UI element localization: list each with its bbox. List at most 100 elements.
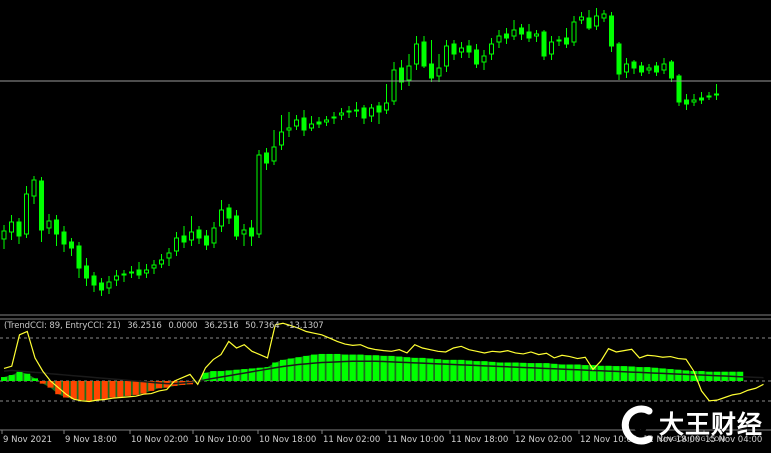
candle-body xyxy=(136,269,142,276)
histogram-bar xyxy=(334,353,341,381)
candle-body xyxy=(639,65,644,73)
candle-body xyxy=(54,219,59,235)
candle-body xyxy=(571,21,577,43)
candle-body xyxy=(174,237,179,252)
candle-body xyxy=(676,75,682,103)
time-tick-label: 11 Nov 18:00 xyxy=(451,435,508,445)
histogram-bar xyxy=(706,371,713,381)
candle-body xyxy=(429,63,434,79)
histogram-bar xyxy=(357,354,364,381)
candle-body xyxy=(534,33,539,37)
candle-body xyxy=(541,31,547,57)
histogram-bar xyxy=(78,381,85,401)
candle-body xyxy=(16,221,22,237)
histogram-bar xyxy=(566,364,573,381)
histogram-bar xyxy=(559,364,565,381)
candle-body xyxy=(669,61,674,79)
candle-body xyxy=(241,229,247,235)
candle-body xyxy=(616,43,622,75)
candle-body xyxy=(271,146,277,162)
candle-body xyxy=(354,109,359,112)
candle-body xyxy=(144,269,149,274)
candle-body xyxy=(286,127,292,131)
histogram-bar xyxy=(435,359,441,381)
candle-body xyxy=(219,209,224,227)
time-tick-label: 9 Nov 18:00 xyxy=(65,435,117,445)
histogram-bar xyxy=(32,378,38,381)
histogram-bar xyxy=(318,353,325,381)
histogram-bar xyxy=(140,381,147,394)
candle-body xyxy=(151,264,157,269)
indicator-value: 0.0000 xyxy=(168,321,198,331)
candle-body xyxy=(264,152,269,164)
candle-body xyxy=(189,231,194,241)
histogram-bar xyxy=(210,371,217,381)
candle-body xyxy=(324,119,329,123)
candle-body xyxy=(31,179,37,197)
histogram-bar xyxy=(473,361,480,381)
histogram-bar xyxy=(644,367,651,381)
candle-body xyxy=(204,235,209,246)
time-tick-label: 10 Nov 18:00 xyxy=(259,435,316,445)
candle-body xyxy=(181,235,187,243)
histogram-bar xyxy=(326,353,333,381)
candle-body xyxy=(166,252,172,259)
histogram-bar xyxy=(605,365,612,381)
histogram-bar xyxy=(667,369,674,381)
candle-body xyxy=(1,230,7,240)
histogram-bar xyxy=(582,365,589,381)
candle-body xyxy=(39,180,44,231)
watermark-logo-icon xyxy=(621,405,657,445)
histogram-bar xyxy=(628,366,635,381)
histogram-bar xyxy=(342,354,348,381)
histogram-bar xyxy=(621,366,627,381)
histogram-bar xyxy=(295,357,302,381)
time-tick-label: 11 Nov 10:00 xyxy=(387,435,444,445)
histogram-bar xyxy=(86,381,93,401)
histogram-bar xyxy=(427,358,434,381)
candle-body xyxy=(114,275,119,281)
candle-body xyxy=(61,231,67,245)
histogram-bar xyxy=(373,355,379,381)
candle-body xyxy=(84,265,89,279)
histogram-bar xyxy=(659,368,666,381)
candle-body xyxy=(624,63,629,73)
time-tick-label: 10 Nov 02:00 xyxy=(131,435,188,445)
histogram-bar xyxy=(404,357,410,381)
candle-body xyxy=(654,65,659,73)
candle-body xyxy=(249,227,254,237)
candle-body xyxy=(519,27,524,35)
histogram-bar xyxy=(636,367,643,381)
candle-body xyxy=(234,215,239,237)
histogram-bar xyxy=(272,362,279,381)
indicator-value: 36.2516 xyxy=(204,321,239,331)
histogram-bar xyxy=(117,381,124,397)
candle-body xyxy=(564,37,569,45)
candle-body xyxy=(474,49,479,65)
candle-body xyxy=(69,241,74,249)
candle-body xyxy=(121,273,127,276)
candle-body xyxy=(391,69,397,102)
time-tick-label: 9 Nov 2021 xyxy=(3,435,52,445)
histogram-bar xyxy=(528,363,534,381)
histogram-bar xyxy=(652,367,658,381)
histogram-bar xyxy=(8,375,15,381)
histogram-bar xyxy=(551,363,558,381)
candle-body xyxy=(466,45,472,53)
histogram-bar xyxy=(512,362,519,381)
histogram-bar xyxy=(466,360,472,381)
candle-body xyxy=(384,102,389,111)
candle-body xyxy=(496,35,502,43)
histogram-bar xyxy=(504,362,511,381)
histogram-bar xyxy=(520,362,527,381)
candle-body xyxy=(406,65,412,81)
histogram-bar xyxy=(543,363,550,381)
indicator-value: 36.2516 xyxy=(127,321,162,331)
candle-body xyxy=(586,17,592,29)
candle-body xyxy=(159,259,164,265)
candle-body xyxy=(661,63,667,71)
candle-body xyxy=(76,245,82,269)
time-tick-label: 12 Nov 02:00 xyxy=(515,435,572,445)
histogram-bar xyxy=(303,355,310,381)
candle-body xyxy=(46,220,52,229)
